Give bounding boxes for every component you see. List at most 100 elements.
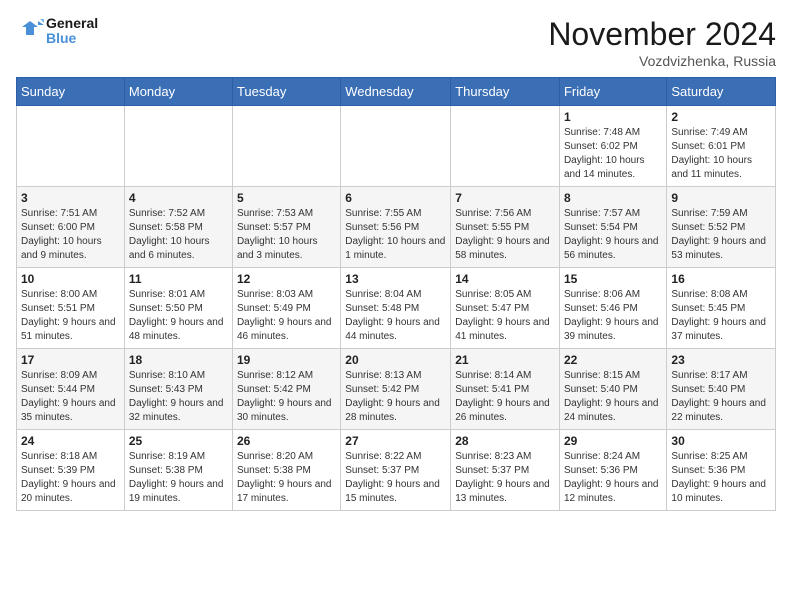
calendar-cell: 18Sunrise: 8:10 AMSunset: 5:43 PMDayligh… <box>124 349 232 430</box>
day-info: Sunrise: 7:53 AMSunset: 5:57 PMDaylight:… <box>237 207 336 263</box>
day-number: 24 <box>21 434 120 448</box>
day-number: 15 <box>564 272 662 286</box>
calendar-cell: 20Sunrise: 8:13 AMSunset: 5:42 PMDayligh… <box>341 349 451 430</box>
calendar-week-1: 1 Sunrise: 7:48 AMSunset: 6:02 PMDaylight… <box>17 106 776 187</box>
title-block: November 2024 Vozdvizhenka, Russia <box>548 16 776 69</box>
day-info: Sunrise: 8:24 AMSunset: 5:36 PMDaylight:… <box>564 450 662 506</box>
day-info: Sunrise: 8:09 AMSunset: 5:44 PMDaylight:… <box>21 369 120 425</box>
day-info: Sunrise: 7:56 AMSunset: 5:55 PMDaylight:… <box>455 207 555 263</box>
day-number: 7 <box>455 191 555 205</box>
calendar-cell: 14 Sunrise: 8:05 AMSunset: 5:47 PMDayligh… <box>451 268 560 349</box>
day-info: Sunrise: 7:59 AMSunset: 5:52 PMDaylight:… <box>671 207 771 263</box>
calendar-cell: 19Sunrise: 8:12 AMSunset: 5:42 PMDayligh… <box>232 349 340 430</box>
day-number: 23 <box>671 353 771 367</box>
calendar-cell: 24 Sunrise: 8:18 AMSunset: 5:39 PMDayligh… <box>17 430 125 511</box>
day-info: Sunrise: 7:52 AMSunset: 5:58 PMDaylight:… <box>129 207 228 263</box>
calendar-cell: 6Sunrise: 7:55 AMSunset: 5:56 PMDaylight… <box>341 187 451 268</box>
calendar-cell <box>124 106 232 187</box>
calendar-cell: 13 Sunrise: 8:04 AMSunset: 5:48 PMDayligh… <box>341 268 451 349</box>
calendar-cell: 17 Sunrise: 8:09 AMSunset: 5:44 PMDayligh… <box>17 349 125 430</box>
logo-bird-icon <box>16 17 44 45</box>
day-info: Sunrise: 8:13 AMSunset: 5:42 PMDaylight:… <box>345 369 446 425</box>
calendar-week-3: 10 Sunrise: 8:00 AMSunset: 5:51 PMDayligh… <box>17 268 776 349</box>
calendar-cell: 10 Sunrise: 8:00 AMSunset: 5:51 PMDayligh… <box>17 268 125 349</box>
calendar-cell: 2 Sunrise: 7:49 AMSunset: 6:01 PMDaylight… <box>667 106 776 187</box>
weekday-header-sunday: Sunday <box>17 78 125 106</box>
day-number: 2 <box>671 110 771 124</box>
day-number: 13 <box>345 272 446 286</box>
calendar-week-4: 17 Sunrise: 8:09 AMSunset: 5:44 PMDayligh… <box>17 349 776 430</box>
day-number: 4 <box>129 191 228 205</box>
calendar-cell: 3 Sunrise: 7:51 AMSunset: 6:00 PMDaylight… <box>17 187 125 268</box>
day-number: 30 <box>671 434 771 448</box>
day-info: Sunrise: 8:00 AMSunset: 5:51 PMDaylight:… <box>21 288 120 344</box>
day-number: 10 <box>21 272 120 286</box>
calendar-cell: 11 Sunrise: 8:01 AMSunset: 5:50 PMDayligh… <box>124 268 232 349</box>
calendar-cell: 5 Sunrise: 7:53 AMSunset: 5:57 PMDaylight… <box>232 187 340 268</box>
calendar-cell: 27Sunrise: 8:22 AMSunset: 5:37 PMDayligh… <box>341 430 451 511</box>
day-info: Sunrise: 8:19 AMSunset: 5:38 PMDaylight:… <box>129 450 228 506</box>
day-number: 25 <box>129 434 228 448</box>
day-info: Sunrise: 7:49 AMSunset: 6:01 PMDaylight:… <box>671 126 771 182</box>
day-number: 28 <box>455 434 555 448</box>
calendar-cell: 29 Sunrise: 8:24 AMSunset: 5:36 PMDayligh… <box>559 430 666 511</box>
day-info: Sunrise: 8:18 AMSunset: 5:39 PMDaylight:… <box>21 450 120 506</box>
day-number: 14 <box>455 272 555 286</box>
location: Vozdvizhenka, Russia <box>548 53 776 69</box>
calendar-cell: 22 Sunrise: 8:15 AMSunset: 5:40 PMDayligh… <box>559 349 666 430</box>
weekday-header-row: SundayMondayTuesdayWednesdayThursdayFrid… <box>17 78 776 106</box>
day-number: 3 <box>21 191 120 205</box>
day-info: Sunrise: 8:05 AMSunset: 5:47 PMDaylight:… <box>455 288 555 344</box>
weekday-header-saturday: Saturday <box>667 78 776 106</box>
calendar-cell <box>17 106 125 187</box>
day-number: 1 <box>564 110 662 124</box>
calendar-cell: 30Sunrise: 8:25 AMSunset: 5:36 PMDayligh… <box>667 430 776 511</box>
day-info: Sunrise: 7:51 AMSunset: 6:00 PMDaylight:… <box>21 207 120 263</box>
day-info: Sunrise: 8:08 AMSunset: 5:45 PMDaylight:… <box>671 288 771 344</box>
calendar-cell: 7 Sunrise: 7:56 AMSunset: 5:55 PMDaylight… <box>451 187 560 268</box>
day-info: Sunrise: 8:20 AMSunset: 5:38 PMDaylight:… <box>237 450 336 506</box>
calendar-cell: 21Sunrise: 8:14 AMSunset: 5:41 PMDayligh… <box>451 349 560 430</box>
calendar-cell: 1 Sunrise: 7:48 AMSunset: 6:02 PMDaylight… <box>559 106 666 187</box>
weekday-header-friday: Friday <box>559 78 666 106</box>
day-info: Sunrise: 8:06 AMSunset: 5:46 PMDaylight:… <box>564 288 662 344</box>
calendar-cell: 4 Sunrise: 7:52 AMSunset: 5:58 PMDaylight… <box>124 187 232 268</box>
day-info: Sunrise: 8:04 AMSunset: 5:48 PMDaylight:… <box>345 288 446 344</box>
day-number: 27 <box>345 434 446 448</box>
calendar-cell <box>341 106 451 187</box>
calendar-cell <box>232 106 340 187</box>
day-number: 12 <box>237 272 336 286</box>
weekday-header-wednesday: Wednesday <box>341 78 451 106</box>
weekday-header-thursday: Thursday <box>451 78 560 106</box>
calendar-cell <box>451 106 560 187</box>
day-info: Sunrise: 8:23 AMSunset: 5:37 PMDaylight:… <box>455 450 555 506</box>
weekday-header-monday: Monday <box>124 78 232 106</box>
day-number: 21 <box>455 353 555 367</box>
day-number: 6 <box>345 191 446 205</box>
day-number: 8 <box>564 191 662 205</box>
day-number: 18 <box>129 353 228 367</box>
page-header: General Blue November 2024 Vozdvizhenka,… <box>16 16 776 69</box>
day-number: 19 <box>237 353 336 367</box>
day-info: Sunrise: 8:15 AMSunset: 5:40 PMDaylight:… <box>564 369 662 425</box>
day-number: 29 <box>564 434 662 448</box>
calendar-cell: 12Sunrise: 8:03 AMSunset: 5:49 PMDayligh… <box>232 268 340 349</box>
day-info: Sunrise: 8:01 AMSunset: 5:50 PMDaylight:… <box>129 288 228 344</box>
day-number: 17 <box>21 353 120 367</box>
calendar-cell: 15 Sunrise: 8:06 AMSunset: 5:46 PMDayligh… <box>559 268 666 349</box>
calendar-cell: 16 Sunrise: 8:08 AMSunset: 5:45 PMDayligh… <box>667 268 776 349</box>
day-number: 22 <box>564 353 662 367</box>
day-number: 9 <box>671 191 771 205</box>
day-number: 5 <box>237 191 336 205</box>
calendar-cell: 8Sunrise: 7:57 AMSunset: 5:54 PMDaylight… <box>559 187 666 268</box>
day-number: 11 <box>129 272 228 286</box>
day-info: Sunrise: 7:48 AMSunset: 6:02 PMDaylight:… <box>564 126 662 182</box>
logo: General Blue <box>16 16 98 47</box>
weekday-header-tuesday: Tuesday <box>232 78 340 106</box>
calendar-week-2: 3 Sunrise: 7:51 AMSunset: 6:00 PMDaylight… <box>17 187 776 268</box>
month-title: November 2024 <box>548 16 776 53</box>
day-number: 16 <box>671 272 771 286</box>
calendar-cell: 23Sunrise: 8:17 AMSunset: 5:40 PMDayligh… <box>667 349 776 430</box>
calendar-table: SundayMondayTuesdayWednesdayThursdayFrid… <box>16 77 776 511</box>
calendar-cell: 26Sunrise: 8:20 AMSunset: 5:38 PMDayligh… <box>232 430 340 511</box>
